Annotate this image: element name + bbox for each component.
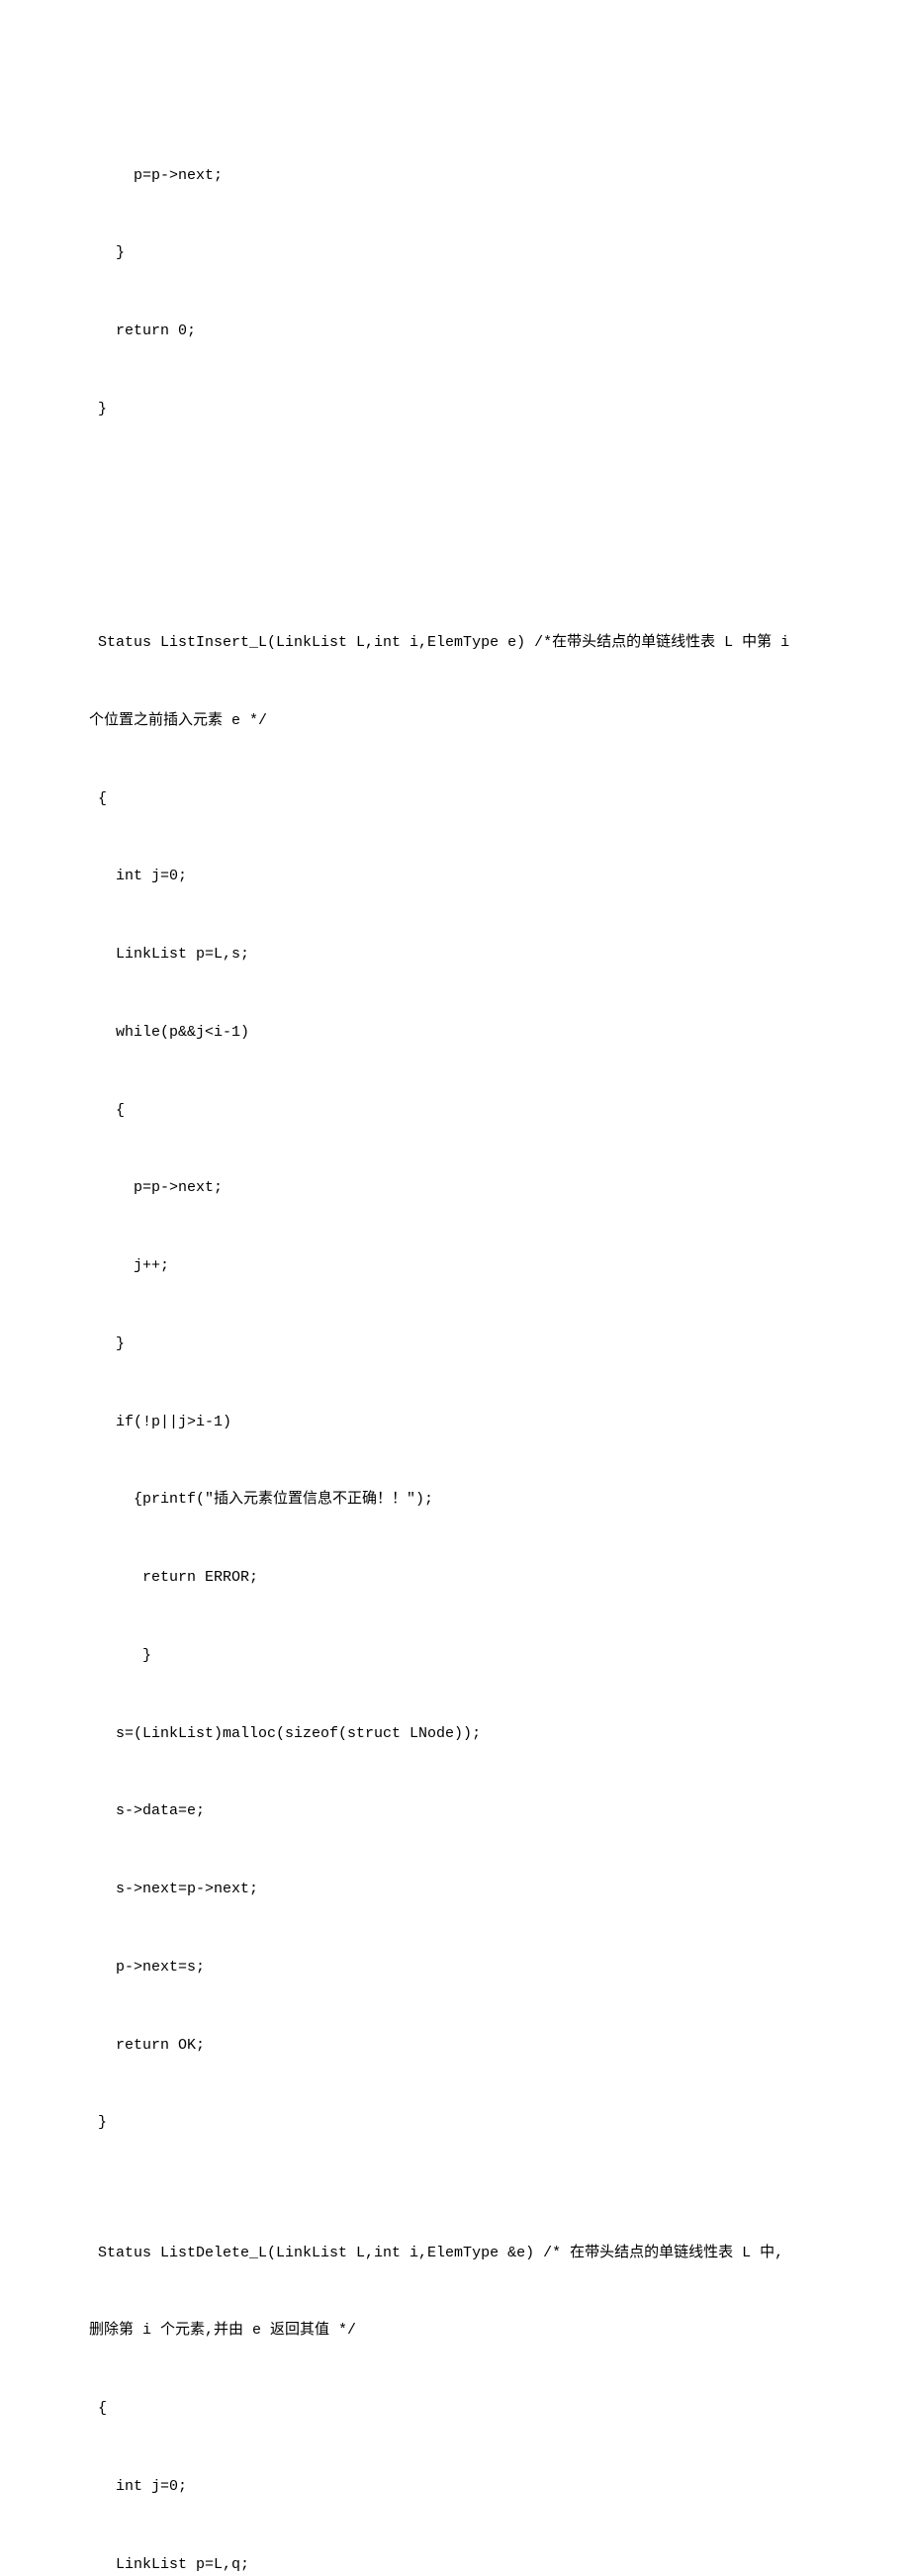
code-line: } [89, 1332, 821, 1357]
code-line: if(!p||j>i-1) [89, 1410, 821, 1435]
code-line: p->next=s; [89, 1955, 821, 1980]
code-line: s->next=p->next; [89, 1877, 821, 1902]
code-line: 个位置之前插入元素 e */ [89, 708, 821, 734]
code-line: p=p->next; [89, 163, 821, 189]
code-line: return OK; [89, 2033, 821, 2059]
code-line: while(p&&j<i-1) [89, 1020, 821, 1046]
code-line: } [89, 240, 821, 266]
code-line: Status ListDelete_L(LinkList L,int i,Ele… [89, 2241, 821, 2266]
code-line: return 0; [89, 319, 821, 344]
code-line: int j=0; [89, 2474, 821, 2500]
code-line: {printf("插入元素位置信息不正确！！"); [89, 1487, 821, 1513]
code-line: p=p->next; [89, 1175, 821, 1201]
code-line: int j=0; [89, 864, 821, 889]
code-line: s=(LinkList)malloc(sizeof(struct LNode))… [89, 1721, 821, 1747]
code-line: 删除第 i 个元素,并由 e 返回其值 */ [89, 2318, 821, 2344]
code-line: s->data=e; [89, 1798, 821, 1824]
code-line: Status ListInsert_L(LinkList L,int i,Ele… [89, 630, 821, 656]
document-page: p=p->next; } return 0; } Status ListInse… [0, 0, 910, 2576]
code-line: { [89, 1098, 821, 1124]
code-line: } [89, 1643, 821, 1669]
code-line: return ERROR; [89, 1565, 821, 1591]
code-line: } [89, 397, 821, 422]
code-line: { [89, 2396, 821, 2422]
code-line: } [89, 2110, 821, 2136]
code-line: LinkList p=L,s; [89, 942, 821, 967]
code-line: j++; [89, 1253, 821, 1279]
code-line: { [89, 786, 821, 812]
code-line: LinkList p=L,q; [89, 2552, 821, 2576]
